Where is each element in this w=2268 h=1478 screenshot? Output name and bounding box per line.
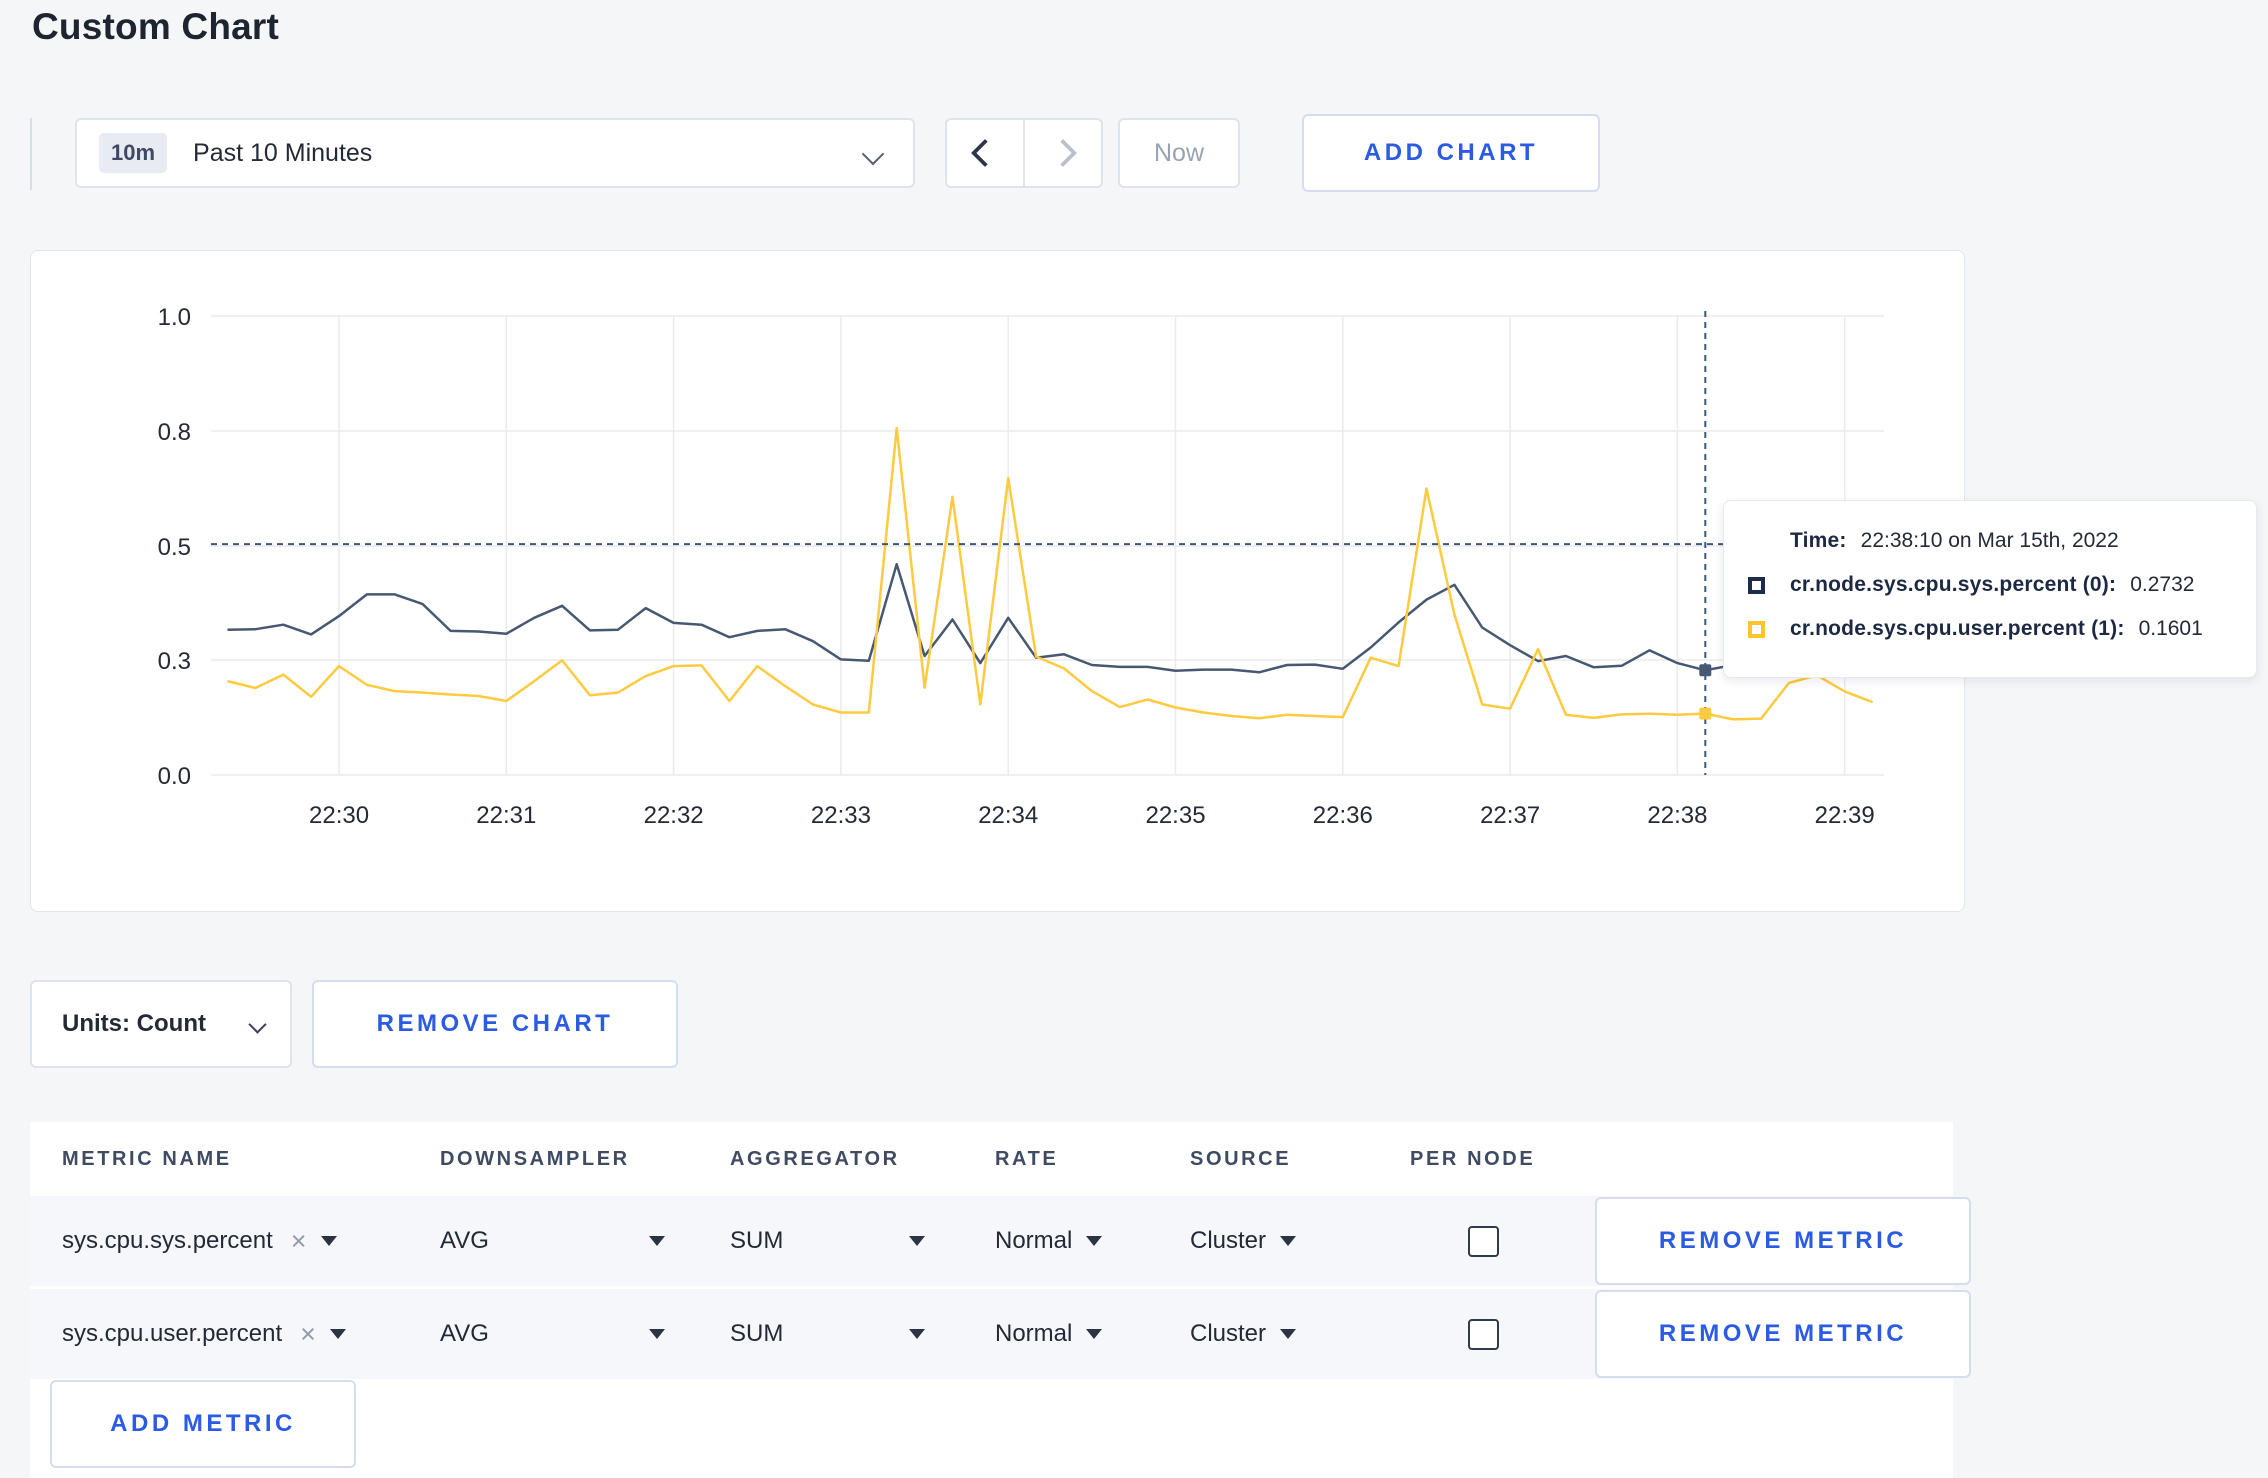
chart-tooltip: Time: 22:38:10 on Mar 15th, 2022 cr.node… <box>1723 500 2257 678</box>
clear-metric-icon[interactable]: × <box>300 1320 316 1348</box>
svg-text:22:38: 22:38 <box>1647 802 1707 829</box>
aggregator-select[interactable]: SUM <box>730 1227 925 1255</box>
caret-down-icon <box>1086 1236 1103 1246</box>
downsampler-select[interactable]: AVG <box>440 1320 665 1348</box>
svg-text:0.0: 0.0 <box>158 763 191 790</box>
caret-down-icon <box>649 1236 665 1246</box>
header-aggregator: AGGREGATOR <box>730 1147 900 1170</box>
rate-select[interactable]: Normal <box>995 1227 1190 1255</box>
caret-down-icon[interactable] <box>320 1236 337 1246</box>
tooltip-series-row: cr.node.sys.cpu.user.percent (1): 0.1601 <box>1748 617 2236 641</box>
svg-text:22:37: 22:37 <box>1480 802 1540 829</box>
caret-down-icon <box>909 1329 925 1339</box>
svg-text:22:31: 22:31 <box>476 802 536 829</box>
tooltip-time-label: Time: <box>1790 529 1847 552</box>
tooltip-spacer <box>1748 533 1765 550</box>
caret-down-icon[interactable] <box>329 1329 346 1339</box>
per-node-checkbox[interactable] <box>1468 1225 1499 1257</box>
remove-metric-button[interactable]: REMOVE METRIC <box>1595 1290 1971 1378</box>
remove-chart-button[interactable]: REMOVE CHART <box>312 980 678 1068</box>
toolbar: 10m Past 10 Minutes Now ADD CHART <box>30 114 2238 192</box>
svg-text:22:36: 22:36 <box>1313 802 1373 829</box>
chevron-down-icon <box>861 142 885 166</box>
tooltip-user-label: cr.node.sys.cpu.user.percent (1): <box>1790 617 2125 640</box>
header-downsampler: DOWNSAMPLER <box>440 1147 630 1170</box>
chevron-left-icon <box>970 138 1000 168</box>
svg-text:22:33: 22:33 <box>811 802 871 829</box>
units-selector[interactable]: Units: Count <box>30 980 292 1068</box>
chevron-down-icon <box>248 1015 267 1034</box>
time-prev-button[interactable] <box>947 120 1023 186</box>
tooltip-user-value: 0.1601 <box>2138 617 2203 640</box>
metrics-table-header: METRIC NAME DOWNSAMPLER AGGREGATOR RATE … <box>30 1122 1953 1196</box>
time-range-selector[interactable]: 10m Past 10 Minutes <box>75 118 915 188</box>
caret-down-icon <box>1086 1329 1103 1339</box>
add-metric-button[interactable]: ADD METRIC <box>50 1380 356 1468</box>
caret-down-icon <box>1280 1329 1297 1339</box>
tooltip-sys-value: 0.2732 <box>2130 573 2195 596</box>
metrics-table: METRIC NAME DOWNSAMPLER AGGREGATOR RATE … <box>30 1122 1971 1478</box>
chart-card: 0.0 0.3 0.5 0.8 1.0 22:30 22:31 22:32 22:33 22:34… <box>30 250 2257 912</box>
metric-name-value[interactable]: sys.cpu.sys.percent <box>62 1227 273 1255</box>
header-metric-name: METRIC NAME <box>62 1147 232 1170</box>
sys-series-swatch-icon <box>1748 576 1765 594</box>
caret-down-icon <box>649 1329 665 1339</box>
header-per-node: PER NODE <box>1410 1147 1536 1170</box>
add-chart-button[interactable]: ADD CHART <box>1302 114 1600 192</box>
source-select[interactable]: Cluster <box>1190 1320 1410 1348</box>
time-range-label: Past 10 Minutes <box>193 138 373 167</box>
rate-select[interactable]: Normal <box>995 1320 1190 1348</box>
caret-down-icon <box>909 1236 925 1246</box>
time-range-badge: 10m <box>99 133 168 173</box>
chevron-right-icon <box>1048 138 1078 168</box>
svg-text:22:35: 22:35 <box>1145 802 1205 829</box>
source-select[interactable]: Cluster <box>1190 1227 1410 1255</box>
svg-text:0.3: 0.3 <box>158 648 191 675</box>
user-series-swatch-icon <box>1748 620 1765 638</box>
downsampler-select[interactable]: AVG <box>440 1227 665 1255</box>
svg-text:22:39: 22:39 <box>1815 802 1875 829</box>
svg-text:22:34: 22:34 <box>978 802 1038 829</box>
tooltip-sys-label: cr.node.sys.cpu.sys.percent (0): <box>1790 573 2117 596</box>
clear-metric-icon[interactable]: × <box>291 1227 307 1255</box>
timeseries-chart[interactable]: 0.0 0.3 0.5 0.8 1.0 22:30 22:31 22:32 22:33 22:34… <box>31 251 1964 881</box>
units-selector-label: Units: Count <box>62 1010 206 1037</box>
metric-row: sys.cpu.sys.percent × AVG SUM Normal Clu… <box>30 1196 1971 1286</box>
svg-text:0.5: 0.5 <box>158 534 191 561</box>
per-node-checkbox[interactable] <box>1468 1318 1499 1350</box>
svg-text:22:32: 22:32 <box>644 802 704 829</box>
svg-text:0.8: 0.8 <box>158 419 191 446</box>
metric-row: sys.cpu.user.percent × AVG SUM Normal Cl… <box>30 1289 1971 1379</box>
header-rate: RATE <box>995 1147 1059 1170</box>
caret-down-icon <box>1280 1236 1297 1246</box>
toolbar-left-divider <box>30 118 32 190</box>
aggregator-select[interactable]: SUM <box>730 1320 925 1348</box>
page-title: Custom Chart <box>32 6 280 47</box>
tooltip-series-row: cr.node.sys.cpu.sys.percent (0): 0.2732 <box>1748 573 2236 597</box>
time-nav-group <box>945 118 1103 188</box>
tooltip-time-row: Time: 22:38:10 on Mar 15th, 2022 <box>1748 529 2236 553</box>
svg-text:22:30: 22:30 <box>309 802 369 829</box>
remove-metric-button[interactable]: REMOVE METRIC <box>1595 1197 1971 1285</box>
tooltip-time-value: 22:38:10 on Mar 15th, 2022 <box>1860 529 2119 552</box>
time-next-button[interactable] <box>1023 120 1101 186</box>
header-source: SOURCE <box>1190 1147 1292 1170</box>
now-button[interactable]: Now <box>1118 118 1240 188</box>
metric-name-value[interactable]: sys.cpu.user.percent <box>62 1320 282 1348</box>
svg-text:1.0: 1.0 <box>158 304 191 331</box>
